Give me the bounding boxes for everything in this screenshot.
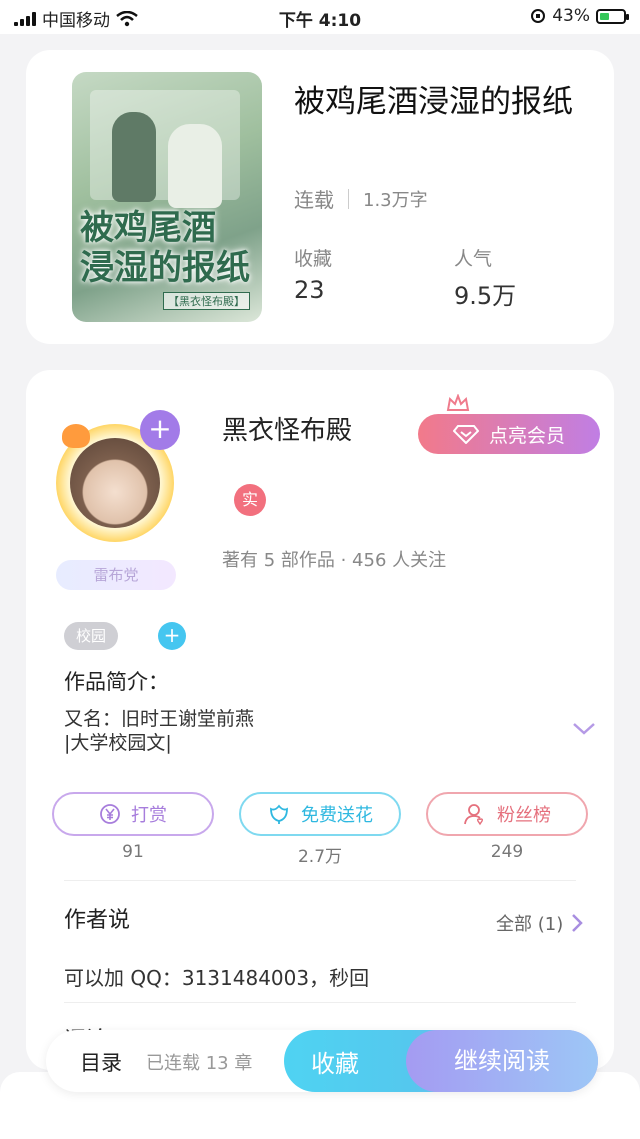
fan-rank-button[interactable]: 粉丝榜 (426, 792, 588, 836)
fan-count: 249 (490, 842, 524, 862)
continue-reading-button[interactable]: 继续阅读 (406, 1030, 598, 1092)
battery-percent: 43% (552, 6, 590, 26)
book-detail-card: + 雷布党 黑衣怪布殿 点亮会员 实 著有 5 部作品 · 456 人关注 校园… (26, 370, 614, 1070)
author-say-view-all[interactable]: 全部 (1) (496, 910, 583, 936)
cover-title-line1: 被鸡尾酒 (80, 208, 216, 248)
flower-count: 2.7万 (297, 847, 343, 867)
meta-divider (348, 188, 349, 209)
real-name-badge: 实 (234, 484, 266, 516)
intro-line-2: |大学校园文| (64, 732, 172, 754)
intro-title: 作品简介： (64, 670, 169, 694)
status-bar: 中国移动 下午 4:10 43% (0, 0, 640, 34)
battery-icon (596, 8, 629, 24)
popularity-label: 人气 (454, 248, 493, 270)
fan-icon (464, 804, 484, 826)
popularity-value: 9.5万 (454, 282, 517, 310)
bee-decoration-icon (62, 424, 90, 448)
book-status: 连载 (294, 188, 334, 212)
cover-title-line2: 浸湿的报纸 (80, 248, 250, 288)
serial-chapters: 已连载 13 章 (146, 1053, 253, 1074)
collect-label: 收藏 (294, 248, 333, 270)
toc-button[interactable]: 目录 (80, 1047, 122, 1077)
book-info-card: 被鸡尾酒 浸湿的报纸 【黑衣怪布殿】 被鸡尾酒浸湿的报纸 连载 1.3万字 收藏… (26, 50, 614, 344)
section-divider (64, 880, 576, 881)
party-badge: 雷布党 (56, 560, 176, 590)
send-flower-button[interactable]: 免费送花 (239, 792, 401, 836)
fan-rank-label: 粉丝榜 (497, 805, 551, 826)
tip-count: 91 (122, 842, 144, 862)
tag-campus[interactable]: 校园 (64, 622, 119, 650)
vip-button[interactable]: 点亮会员 (418, 414, 600, 454)
book-word-count: 1.3万字 (363, 189, 428, 211)
section-divider-2 (64, 1002, 576, 1003)
follow-author-button[interactable]: + (140, 410, 180, 450)
author-say-text: 可以加 QQ：3131484003，秒回 (64, 966, 370, 990)
author-say-all-label: 全部 (1) (496, 914, 564, 935)
cover-author: 【黑衣怪布殿】 (163, 292, 250, 310)
tip-button[interactable]: 打赏 (52, 792, 214, 836)
cover-title: 被鸡尾酒 浸湿的报纸 (80, 208, 254, 288)
flower-icon (270, 804, 288, 824)
intro-line-1: 又名：旧时王谢堂前燕 (64, 708, 255, 730)
author-works-info: 著有 5 部作品 · 456 人关注 (222, 550, 447, 571)
diamond-icon (452, 425, 479, 444)
cover-figure-left (112, 112, 156, 202)
collect-value: 23 (294, 276, 325, 304)
vip-button-label: 点亮会员 (488, 424, 565, 447)
yen-icon (100, 804, 120, 824)
status-right: 43% (530, 6, 629, 26)
author-name[interactable]: 黑衣怪布殿 (222, 410, 352, 447)
book-meta: 连载 1.3万字 (294, 184, 428, 213)
book-title: 被鸡尾酒浸湿的报纸 (294, 84, 573, 120)
battery-fill (600, 12, 609, 20)
author-say-title: 作者说 (64, 908, 131, 933)
collect-button[interactable]: 收藏 (311, 1044, 359, 1079)
crown-icon (446, 394, 470, 411)
bottom-action-bar: 目录 已连载 13 章 收藏 继续阅读 (46, 1030, 598, 1092)
rotation-lock-icon (531, 9, 546, 23)
send-flower-label: 免费送花 (301, 805, 373, 826)
book-cover[interactable]: 被鸡尾酒 浸湿的报纸 【黑衣怪布殿】 (72, 72, 262, 322)
add-tag-button[interactable]: + (158, 622, 186, 650)
tip-button-label: 打赏 (131, 805, 167, 826)
avatar-image (70, 438, 160, 528)
cover-figure-right (168, 124, 222, 208)
chevron-down-icon[interactable] (572, 722, 596, 736)
chevron-right-icon (572, 914, 583, 932)
